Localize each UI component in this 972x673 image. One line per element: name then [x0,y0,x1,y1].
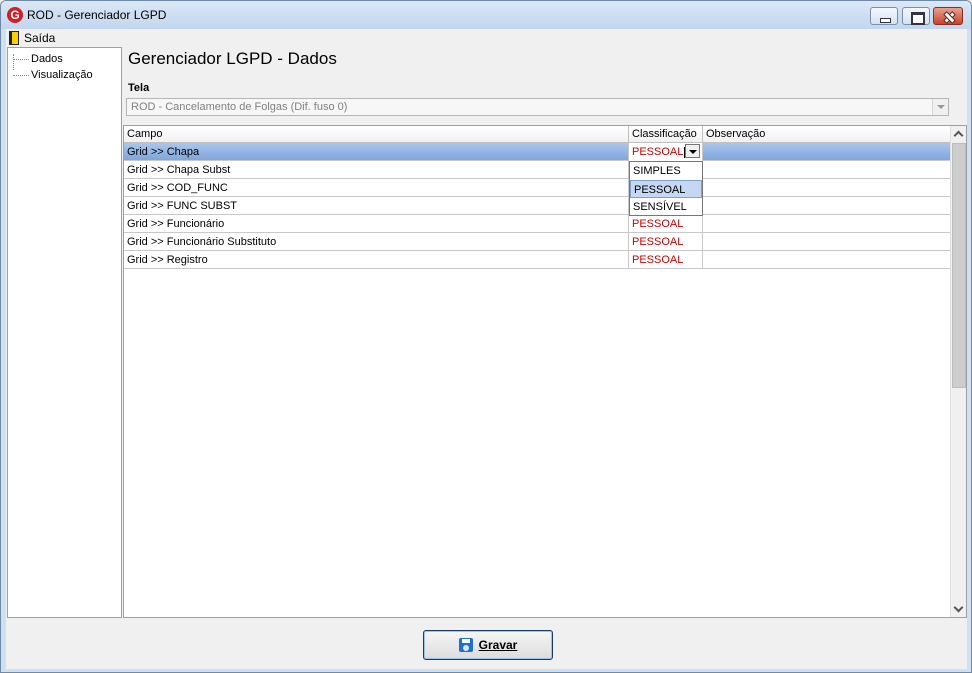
app-window: G ROD - Gerenciador LGPD Saída Dados Vis… [0,0,972,673]
sidebar-tree: Dados Visualização [7,47,122,618]
minimize-button[interactable] [870,7,898,25]
close-button[interactable] [933,7,963,25]
page-title: Gerenciador LGPD - Dados [128,49,337,68]
dropdown-option-simples[interactable]: SIMPLES [630,162,702,180]
save-button-label: Gravar [478,638,518,652]
cell-observacao[interactable] [703,161,952,179]
cell-classificacao[interactable]: PESSOAL [629,233,703,251]
menu-item-exit[interactable]: Saída [9,30,55,46]
column-header-classificacao[interactable]: Classificação [629,126,703,143]
cell-observacao[interactable] [703,233,952,251]
cell-campo[interactable]: Grid >> Funcionário Substituto [124,233,629,251]
main-content: Gerenciador LGPD - Dados Tela ROD - Canc… [123,47,967,618]
cell-campo[interactable]: Grid >> FUNC SUBST [124,197,629,215]
table-row[interactable]: Grid >> Chapa Subst [124,161,952,179]
client-area: Saída Dados Visualização Gerenciador LGP… [6,29,967,669]
sidebar-item-dados[interactable]: Dados [13,52,63,66]
tree-branch [13,58,29,60]
table-row[interactable]: Grid >> FUNC SUBST [124,197,952,215]
tela-label: Tela [128,82,150,94]
menu-bar: Saída [6,29,967,47]
scroll-up-arrow-icon[interactable] [951,126,966,142]
window-title: ROD - Gerenciador LGPD [27,8,167,22]
grid-vertical-scrollbar[interactable] [950,126,966,617]
cell-observacao[interactable] [703,215,952,233]
cell-classificacao-value[interactable]: PESSOAL [632,146,683,158]
floppy-disk-icon [458,638,473,652]
cell-classificacao[interactable]: PESSOAL [629,215,703,233]
fields-grid: Campo Classificação Observação Grid >> C… [123,125,967,618]
save-button[interactable]: Gravar [423,630,553,660]
dropdown-option-sensivel[interactable]: SENSÍVEL [630,198,702,216]
dropdown-option-pessoal[interactable]: PESSOAL [630,180,702,198]
column-header-observacao[interactable]: Observação [703,126,952,143]
scroll-thumb[interactable] [952,143,966,388]
scroll-down-arrow-icon[interactable] [951,601,966,617]
cell-observacao[interactable] [703,179,952,197]
cell-observacao[interactable] [703,143,952,161]
table-row[interactable]: Grid >> COD_FUNC [124,179,952,197]
cell-observacao[interactable] [703,251,952,269]
sidebar-item-visualizacao[interactable]: Visualização [13,68,93,82]
chevron-down-icon[interactable] [932,99,948,115]
menu-item-exit-label: Saída [24,31,56,45]
footer-bar: Gravar [6,618,967,669]
cell-campo[interactable]: Grid >> Registro [124,251,629,269]
cell-classificacao-editor[interactable]: PESSOAL [629,143,703,161]
grid-header: Campo Classificação Observação [124,126,952,143]
cell-observacao[interactable] [703,197,952,215]
chevron-down-icon[interactable] [685,144,700,158]
column-header-campo[interactable]: Campo [124,126,629,143]
app-logo-icon: G [7,7,23,23]
maximize-button[interactable] [902,7,930,25]
cell-campo[interactable]: Grid >> Funcionário [124,215,629,233]
tree-branch [13,74,29,76]
cell-campo[interactable]: Grid >> COD_FUNC [124,179,629,197]
classification-dropdown-list: SIMPLES PESSOAL SENSÍVEL [629,161,703,216]
tela-select-value: ROD - Cancelamento de Folgas (Dif. fuso … [131,101,348,113]
sidebar-item-label: Visualização [31,69,93,81]
exit-door-icon [9,31,19,45]
title-bar[interactable]: G ROD - Gerenciador LGPD [1,1,971,29]
cell-campo[interactable]: Grid >> Chapa Subst [124,161,629,179]
table-row[interactable]: Grid >> Funcionário Substituto PESSOAL [124,233,952,251]
cell-classificacao[interactable]: PESSOAL [629,251,703,269]
sidebar-item-label: Dados [31,53,63,65]
table-row[interactable]: Grid >> Registro PESSOAL [124,251,952,269]
cell-campo[interactable]: Grid >> Chapa [124,143,629,161]
table-row[interactable]: Grid >> Funcionário PESSOAL [124,215,952,233]
table-row[interactable]: Grid >> Chapa PESSOAL [124,143,952,161]
grid-body: Grid >> Chapa PESSOAL Grid >> Chapa Subs… [124,143,952,269]
tela-select[interactable]: ROD - Cancelamento de Folgas (Dif. fuso … [126,98,949,116]
